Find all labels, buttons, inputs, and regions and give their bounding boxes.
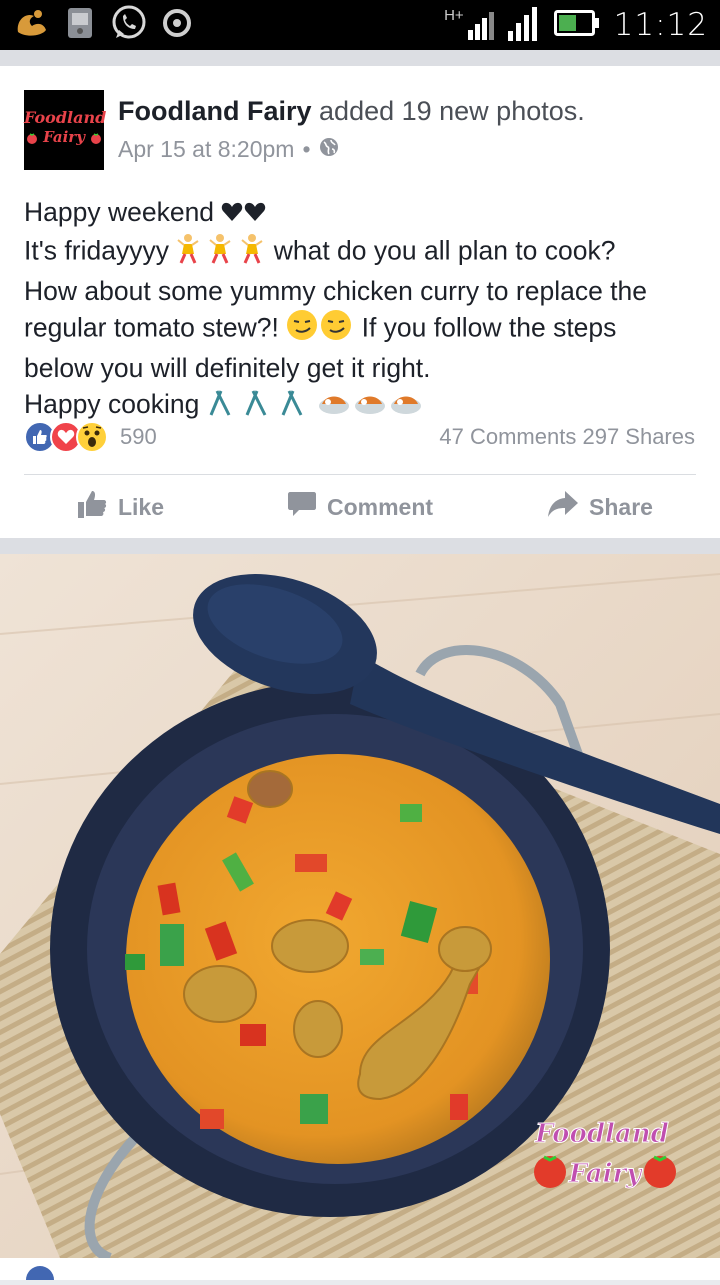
body-text-4b: If you follow the steps: [361, 312, 617, 343]
avatar-logo-text: Fairy: [43, 128, 85, 146]
record-icon: [162, 8, 192, 43]
body-line-3: How about some yummy chicken curry to re…: [24, 276, 648, 306]
uc-browser-icon: [14, 6, 50, 45]
post-headline: Foodland Fairy added 19 new photos.: [118, 96, 585, 127]
like-label: Like: [117, 493, 165, 520]
status-bar: H+ 11:12: [0, 0, 720, 50]
actions-divider: [24, 474, 696, 475]
body-line-4: regular tomato stew?! If you follow the …: [24, 309, 704, 350]
avatar-logo-line2: Fairy: [24, 128, 104, 146]
body-text-4a: regular tomato stew?!: [24, 312, 279, 343]
post-meta: Apr 15 at 8:20pm •: [118, 136, 339, 163]
feed-separator: [0, 50, 720, 66]
comment-button[interactable]: Comment: [240, 476, 480, 538]
shares-count[interactable]: 297 Shares: [582, 424, 695, 449]
body-line-5: below you will definitely get it right.: [24, 353, 431, 383]
next-post-preview: [0, 1258, 720, 1285]
reactions-summary[interactable]: 590: [24, 420, 157, 454]
network-type-label: H+: [444, 6, 464, 24]
comment-bubble-icon: [287, 489, 317, 525]
avatar-logo-line1: Foodland: [24, 108, 107, 127]
body-text-1: Happy weekend: [24, 197, 215, 227]
clock: 11:12: [613, 7, 708, 43]
curry-rice-icon: [318, 388, 426, 425]
reaction-count: 590: [120, 424, 157, 449]
comment-label: Comment: [326, 493, 434, 520]
black-hearts-icon: [221, 196, 267, 232]
thumbs-up-icon: [76, 488, 108, 526]
post-photo[interactable]: Foodland Fairy: [0, 554, 720, 1258]
page-avatar[interactable]: Foodland Fairy: [24, 90, 107, 170]
comments-count[interactable]: 47 Comments: [439, 424, 576, 449]
share-label: Share: [589, 493, 653, 520]
fork-knife-icon: [207, 387, 311, 426]
body-text-2b: what do you all plan to cook?: [273, 235, 616, 266]
share-button[interactable]: Share: [480, 476, 720, 538]
battery-icon: [553, 9, 600, 41]
page-name-link[interactable]: Foodland Fairy: [118, 96, 312, 126]
feed-separator-2: [0, 538, 720, 554]
like-button[interactable]: Like: [0, 476, 240, 538]
body-line-1: Happy weekend: [24, 194, 704, 232]
chicken-curry-photo: Foodland Fairy: [0, 554, 720, 1258]
wow-reaction-icon: [76, 421, 108, 453]
smirk-face-icon: [286, 309, 354, 350]
post-timestamp[interactable]: Apr 15 at 8:20pm: [118, 136, 294, 163]
post-actions: Like Comment Share: [0, 476, 720, 538]
whatsapp-icon: [110, 4, 148, 47]
body-text-6: Happy cooking: [24, 389, 200, 419]
signal-icon-1: [467, 6, 494, 45]
watermark-line2: Fairy: [568, 1159, 643, 1189]
dancer-icon: [176, 232, 266, 273]
post-body: Happy weekend It's fridayyyy what do you…: [24, 194, 704, 426]
body-text-2a: It's fridayyyy: [24, 235, 169, 266]
engagement-stats: 47 Comments 297 Shares: [439, 424, 695, 450]
signal-icon: [507, 5, 540, 46]
globe-icon: [319, 136, 339, 163]
meta-separator: •: [302, 136, 311, 162]
watermark-line1: Foodland: [534, 1119, 669, 1149]
sim-manager-icon: [64, 5, 96, 46]
post-card: Foodland Fairy Foodland Fairy added 19 n…: [0, 66, 720, 538]
share-arrow-icon: [547, 490, 579, 524]
body-line-2: It's fridayyyy what do you all plan to c…: [24, 232, 704, 273]
post-action-text: added 19 new photos.: [319, 96, 585, 126]
